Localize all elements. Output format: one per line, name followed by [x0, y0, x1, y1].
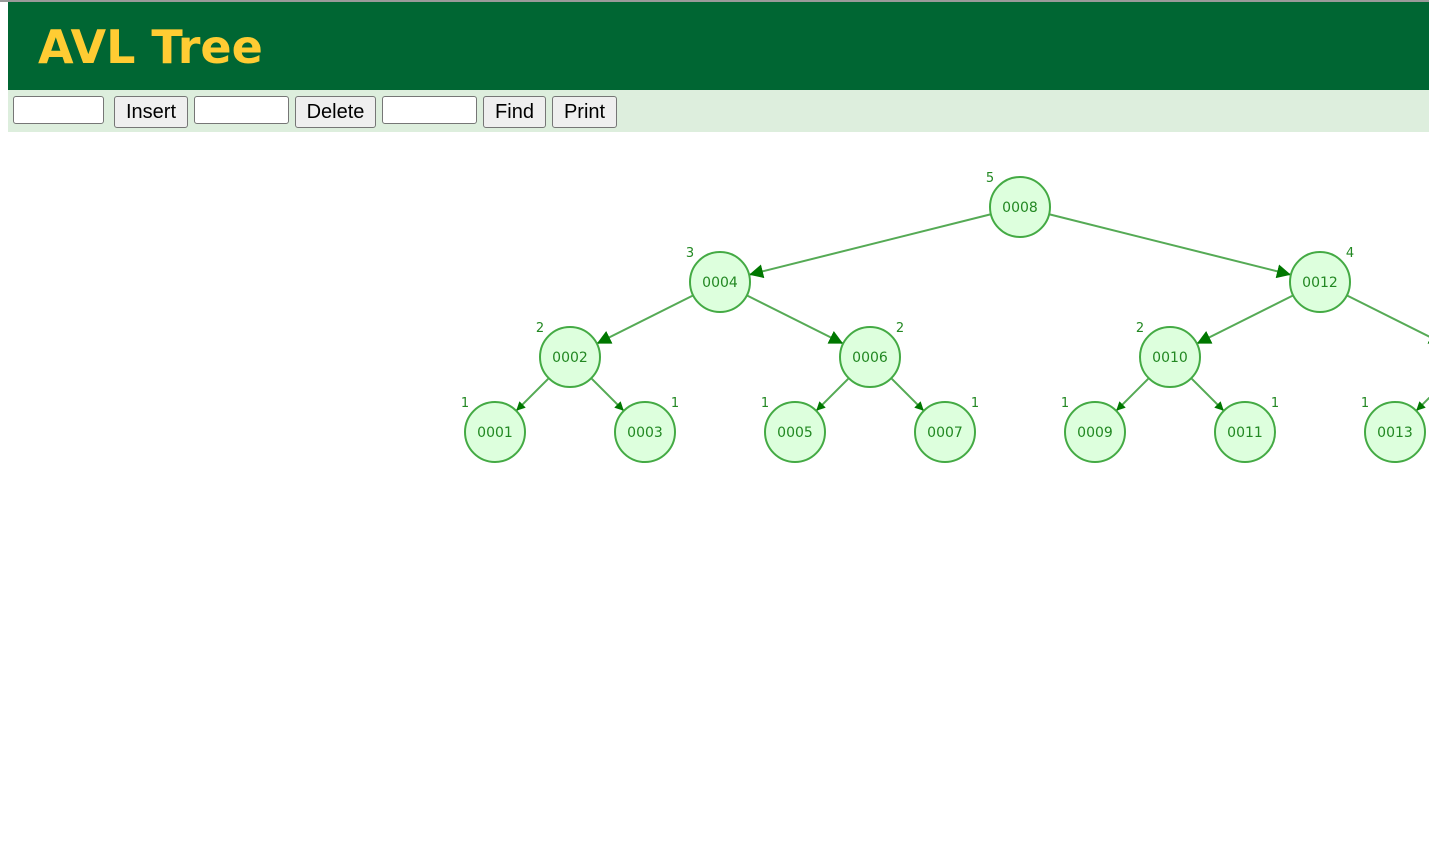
node-height-label: 1 [971, 396, 979, 411]
edge-0002-0003 [590, 377, 625, 412]
node-height-label: 3 [686, 246, 694, 261]
tree-node-0002: 0002 2 [536, 321, 601, 388]
node-key-label: 0006 [852, 350, 888, 366]
node-key-label: 0005 [777, 425, 813, 441]
edge-0006-0005 [815, 377, 850, 412]
node-height-label: 2 [896, 321, 904, 336]
tree-node-0011: 0011 1 [1214, 396, 1279, 463]
tree-node-0007: 0007 1 [914, 396, 979, 463]
edge-0006-0007 [890, 377, 925, 412]
node-key-label: 0008 [1002, 200, 1038, 216]
edge-0008-0004 [748, 213, 992, 279]
tree-node-0013: 0013 1 [1361, 396, 1426, 463]
node-key-label: 0001 [477, 425, 513, 441]
node-height-label: 1 [1361, 396, 1369, 411]
node-key-label: 0013 [1377, 425, 1413, 441]
edge-0002-0001 [515, 377, 550, 412]
edge-0012-0010 [1196, 294, 1294, 345]
edge-0012-0014 [1346, 294, 1429, 344]
node-height-label: 4 [1346, 246, 1354, 261]
node-key-label: 0012 [1302, 275, 1338, 291]
node-height-label: 1 [1061, 396, 1069, 411]
node-key-label: 0007 [927, 425, 963, 441]
tree-node-0008: 0008 5 [986, 171, 1051, 238]
avl-tree-canvas: 0008500043001240002200062001020014300011… [461, 171, 1429, 463]
edge-0014-0013 [1415, 396, 1429, 412]
node-key-label: 0009 [1077, 425, 1113, 441]
tree-node-0003: 0003 1 [614, 396, 679, 463]
node-key-label: 0011 [1227, 425, 1263, 441]
edge-0004-0006 [746, 294, 844, 345]
tree-node-0009: 0009 1 [1061, 396, 1126, 463]
tree-node-0004: 0004 3 [686, 246, 751, 313]
edge-0010-0011 [1190, 377, 1225, 412]
tree-node-0010: 0010 2 [1136, 321, 1201, 388]
node-key-label: 0002 [552, 350, 588, 366]
node-height-label: 2 [536, 321, 544, 336]
edge-0004-0002 [596, 294, 694, 345]
node-height-label: 2 [1136, 321, 1144, 336]
tree-node-0006: 0006 2 [839, 321, 904, 388]
node-height-label: 5 [986, 171, 994, 186]
tree-node-0012: 0012 4 [1289, 246, 1354, 313]
node-height-label: 1 [671, 396, 679, 411]
node-height-label: 1 [461, 396, 469, 411]
edge-0008-0012 [1048, 213, 1292, 279]
node-key-label: 0010 [1152, 350, 1188, 366]
node-height-label: 1 [1271, 396, 1279, 411]
node-key-label: 0003 [627, 425, 663, 441]
node-key-label: 0004 [702, 275, 738, 291]
tree-node-0005: 0005 1 [761, 396, 826, 463]
tree-node-0001: 0001 1 [461, 396, 526, 463]
edge-0010-0009 [1115, 377, 1150, 412]
node-height-label: 1 [761, 396, 769, 411]
